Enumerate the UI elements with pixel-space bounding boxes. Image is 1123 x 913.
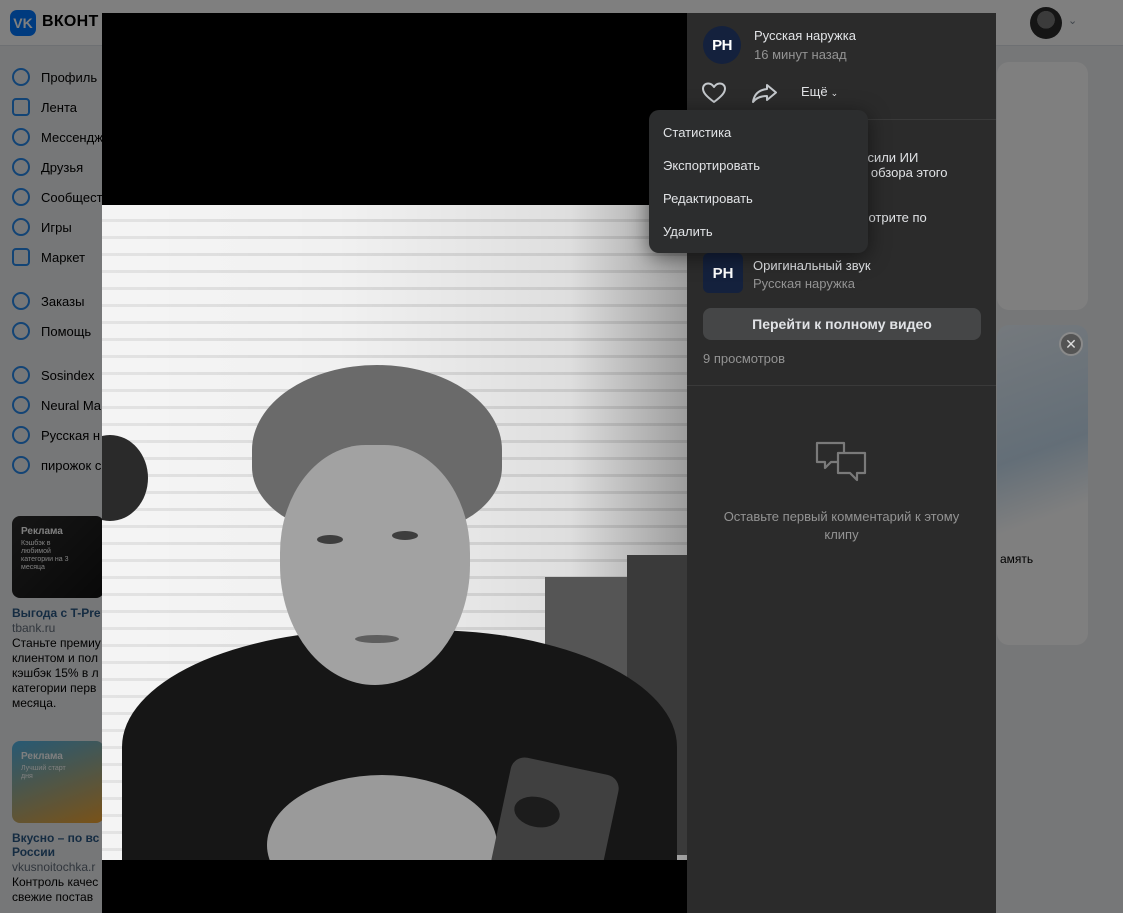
author-name[interactable]: Русская наружка <box>754 28 856 43</box>
share-icon <box>752 84 777 103</box>
menu-item-statistics[interactable]: Статистика <box>649 116 868 149</box>
person-eye <box>392 531 418 540</box>
heart-icon <box>702 82 726 103</box>
person-face <box>280 445 470 685</box>
like-button[interactable] <box>701 81 727 105</box>
empty-comments-text: Оставьте первый комментарий к этому клип… <box>723 509 960 542</box>
person-eye <box>317 535 343 544</box>
clip-video-frame[interactable] <box>102 205 687 860</box>
view-count: 9 просмотров <box>703 351 786 366</box>
share-button[interactable] <box>751 81 779 105</box>
more-dropdown-menu: Статистика Экспортировать Редактировать Уда… <box>649 110 868 253</box>
close-icon[interactable]: ✕ <box>1059 332 1083 356</box>
menu-item-edit[interactable]: Редактировать <box>649 182 868 215</box>
person-mouth <box>355 635 399 643</box>
sound-author[interactable]: Русская наружка <box>753 276 855 291</box>
menu-item-delete[interactable]: Удалить <box>649 215 868 248</box>
chevron-down-icon: ⌄ <box>830 88 839 98</box>
sound-cover[interactable]: PH <box>703 253 743 293</box>
menu-item-export[interactable]: Экспортировать <box>649 149 868 182</box>
divider <box>687 385 996 386</box>
more-button[interactable]: Ещё ⌄ <box>801 84 838 99</box>
more-label: Ещё <box>801 84 828 99</box>
author-avatar[interactable]: PH <box>703 26 741 64</box>
full-video-button[interactable]: Перейти к полному видео <box>703 308 981 340</box>
sound-title[interactable]: Оригинальный звук <box>753 258 871 273</box>
clip-video-player[interactable] <box>102 13 687 913</box>
post-time: 16 минут назад <box>754 47 847 62</box>
comments-icon <box>815 441 867 482</box>
